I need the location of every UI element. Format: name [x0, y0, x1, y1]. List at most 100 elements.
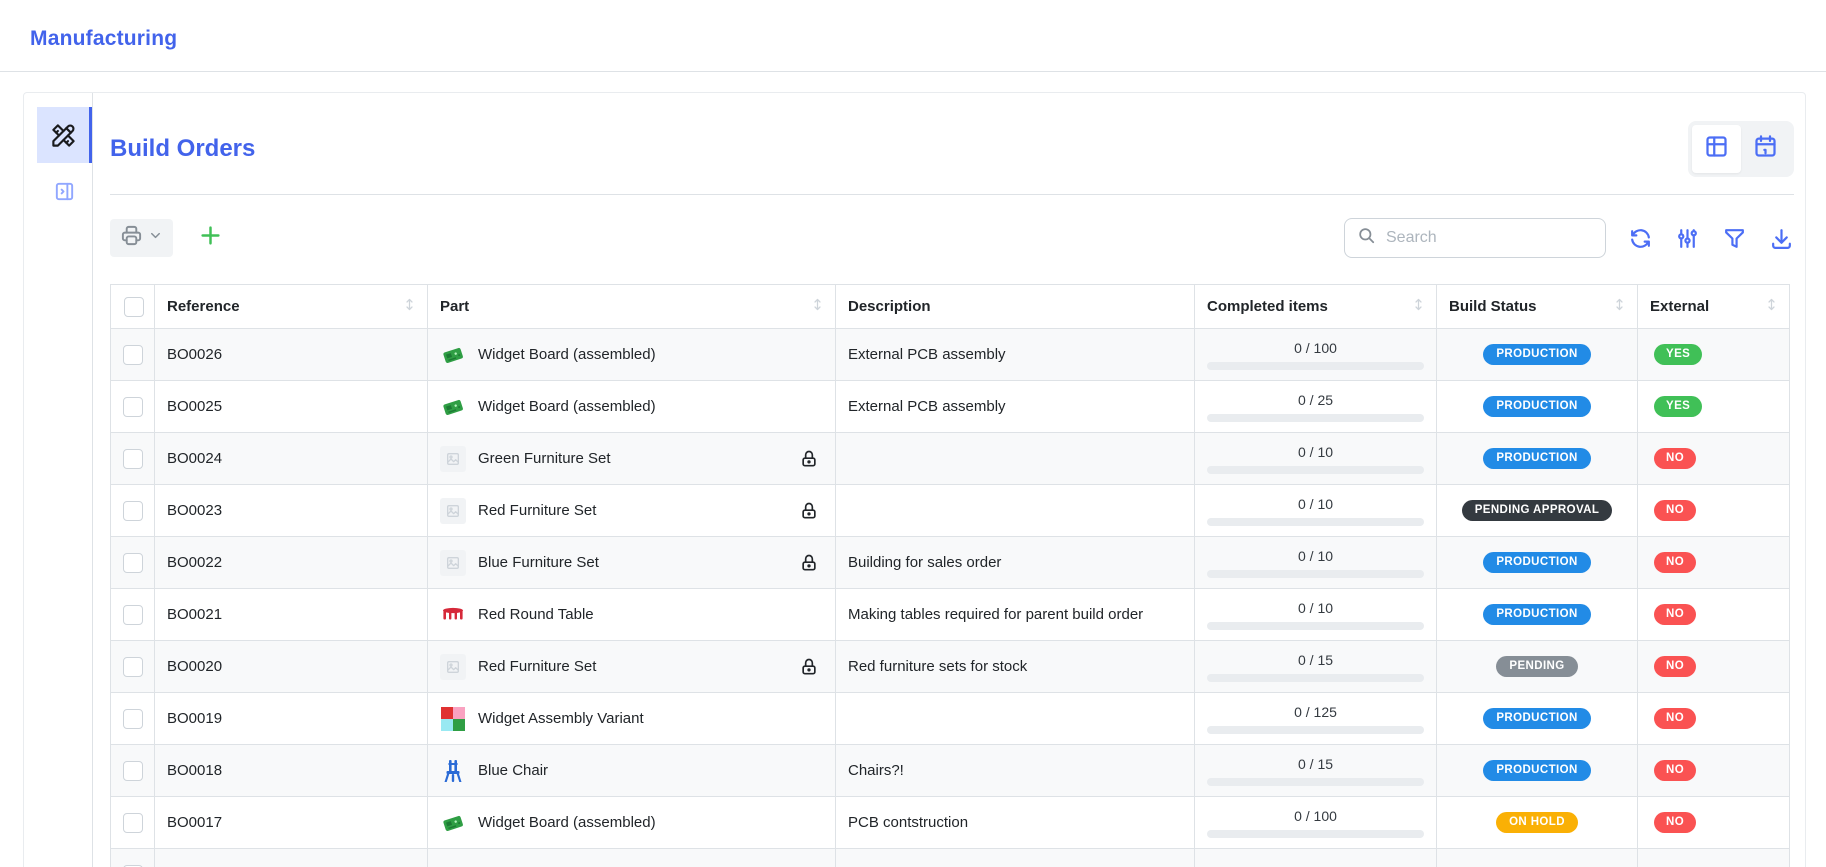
- external-cell: NO: [1638, 693, 1790, 745]
- progress-bar: [1207, 414, 1424, 422]
- status-badge: PRODUCTION: [1483, 448, 1590, 470]
- description-cell: [836, 693, 1195, 745]
- table-row[interactable]: BO0026 Widget Board (assembled) External P…: [111, 329, 1790, 381]
- completed-count: 0 / 10: [1207, 600, 1424, 616]
- page-title: Build Orders: [110, 135, 255, 163]
- row-checkbox[interactable]: [123, 345, 143, 365]
- table-icon: [1703, 133, 1730, 165]
- completed-items-cell: 0 / 100: [1195, 329, 1437, 381]
- row-checkbox[interactable]: [123, 605, 143, 625]
- sort-icon[interactable]: [804, 297, 825, 316]
- build-status-cell: PRODUCTION: [1437, 693, 1638, 745]
- progress-bar: [1207, 362, 1424, 370]
- part-name[interactable]: Red Round Table: [478, 606, 594, 623]
- header-checkbox-cell: [111, 285, 155, 329]
- part-name[interactable]: Widget Board (assembled): [478, 814, 656, 831]
- sort-icon[interactable]: [396, 297, 417, 316]
- part-name[interactable]: Widget Board (assembled): [478, 346, 656, 363]
- row-checkbox[interactable]: [123, 813, 143, 833]
- row-checkbox[interactable]: [123, 397, 143, 417]
- column-header[interactable]: Part: [428, 285, 836, 329]
- column-label: Build Status: [1449, 298, 1537, 315]
- print-actions-button[interactable]: [110, 219, 173, 257]
- table-row[interactable]: BO0018Blue ChairChairs?!0 / 15PRODUCTION…: [111, 745, 1790, 797]
- description-label: Red furniture sets for stock: [848, 658, 1027, 675]
- sort-icon[interactable]: [1606, 297, 1627, 316]
- refresh-icon[interactable]: [1628, 226, 1653, 251]
- description-cell: [836, 433, 1195, 485]
- select-all-checkbox[interactable]: [124, 297, 144, 317]
- part-name[interactable]: Blue Chair: [478, 762, 548, 779]
- progress-bar: [1207, 830, 1424, 838]
- checkbox-cell: [111, 849, 155, 867]
- part-name[interactable]: Widget Board (assembled): [478, 398, 656, 415]
- column-header[interactable]: Reference: [155, 285, 428, 329]
- row-checkbox[interactable]: [123, 501, 143, 521]
- download-icon[interactable]: [1769, 226, 1794, 251]
- row-checkbox[interactable]: [123, 553, 143, 573]
- part-cell: Widget Board (assembled): [428, 381, 836, 433]
- external-badge: NO: [1654, 656, 1696, 678]
- table-row[interactable]: BO0023Red Furniture Set0 / 10PENDING APP…: [111, 485, 1790, 537]
- row-checkbox[interactable]: [123, 709, 143, 729]
- column-header[interactable]: External: [1638, 285, 1790, 329]
- part-name[interactable]: Blue Furniture Set: [478, 554, 599, 571]
- search-input[interactable]: [1386, 229, 1593, 247]
- part-name[interactable]: Widget Assembly Variant: [478, 710, 644, 727]
- progress-bar: [1207, 622, 1424, 630]
- sort-icon[interactable]: [1405, 297, 1426, 316]
- reference-cell: BO0021: [155, 589, 428, 641]
- part-cell: Blue Furniture Set: [428, 537, 836, 589]
- table-row[interactable]: [111, 849, 1790, 867]
- external-cell: YES: [1638, 329, 1790, 381]
- table-toolbar: [110, 218, 1794, 258]
- completed-items-cell: 0 / 25: [1195, 381, 1437, 433]
- reference-cell: BO0026: [155, 329, 428, 381]
- table-row[interactable]: BO0024Green Furniture Set0 / 10PRODUCTIO…: [111, 433, 1790, 485]
- part-cell: Widget Assembly Variant: [428, 693, 836, 745]
- sidebar-tab-build-orders[interactable]: [37, 107, 92, 163]
- checkbox-cell: [111, 537, 155, 589]
- add-build-order-button[interactable]: [197, 222, 224, 254]
- completed-items-cell: 0 / 15: [1195, 745, 1437, 797]
- progress-bar: [1207, 466, 1424, 474]
- table-row[interactable]: BO0022Blue Furniture SetBuilding for sal…: [111, 537, 1790, 589]
- completed-count: 0 / 125: [1207, 704, 1424, 720]
- column-header[interactable]: Completed items: [1195, 285, 1437, 329]
- table-row[interactable]: BO0020Red Furniture SetRed furniture set…: [111, 641, 1790, 693]
- part-name[interactable]: Green Furniture Set: [478, 450, 611, 467]
- checkbox-cell: [111, 797, 155, 849]
- column-label: Completed items: [1207, 298, 1328, 315]
- description-cell: External PCB assembly: [836, 381, 1195, 433]
- completed-items-cell: 0 / 10: [1195, 485, 1437, 537]
- part-name[interactable]: Red Furniture Set: [478, 658, 596, 675]
- description-cell: External PCB assembly: [836, 329, 1195, 381]
- reference-label: BO0022: [167, 554, 222, 571]
- column-header[interactable]: Build Status: [1437, 285, 1638, 329]
- sort-icon[interactable]: [1758, 297, 1779, 316]
- row-checkbox[interactable]: [123, 761, 143, 781]
- external-badge: YES: [1654, 344, 1702, 366]
- table-row[interactable]: BO0017Widget Board (assembled)PCB contst…: [111, 797, 1790, 849]
- calendar-view-button[interactable]: [1741, 125, 1790, 173]
- sidebar-tab-expand[interactable]: [37, 171, 92, 211]
- external-cell: NO: [1638, 537, 1790, 589]
- part-name[interactable]: Red Furniture Set: [478, 502, 596, 519]
- external-cell: NO: [1638, 641, 1790, 693]
- table-view-button[interactable]: [1692, 125, 1741, 173]
- image-placeholder-icon: [440, 498, 466, 524]
- completed-count: 0 / 100: [1207, 340, 1424, 356]
- reference-cell: BO0024: [155, 433, 428, 485]
- external-badge: NO: [1654, 500, 1696, 522]
- row-checkbox[interactable]: [123, 449, 143, 469]
- completed-items-cell: 0 / 125: [1195, 693, 1437, 745]
- table-row[interactable]: BO0019Widget Assembly Variant0 / 125PROD…: [111, 693, 1790, 745]
- table-header-row: ReferencePartDescriptionCompleted itemsB…: [111, 285, 1790, 329]
- adjustments-icon[interactable]: [1675, 226, 1700, 251]
- table-row[interactable]: BO0025Widget Board (assembled)External P…: [111, 381, 1790, 433]
- filter-icon[interactable]: [1722, 226, 1747, 251]
- divider: [110, 194, 1794, 195]
- row-checkbox[interactable]: [123, 657, 143, 677]
- build-status-cell: ON HOLD: [1437, 797, 1638, 849]
- table-row[interactable]: BO0021Red Round TableMaking tables requi…: [111, 589, 1790, 641]
